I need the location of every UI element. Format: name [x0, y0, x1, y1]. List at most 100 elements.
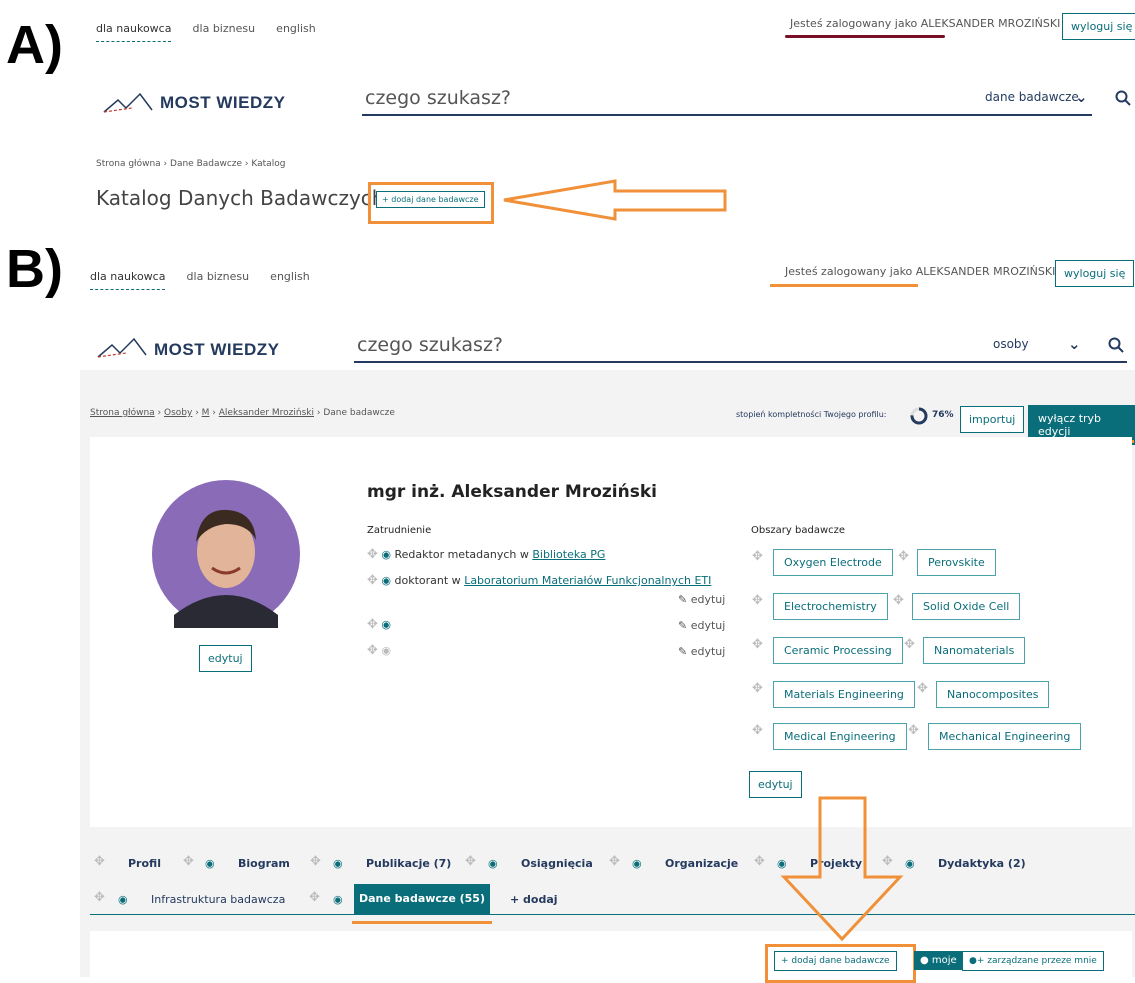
eye-icon[interactable]: ◉ — [118, 893, 128, 906]
research-tag[interactable]: Oxygen Electrode — [773, 549, 893, 576]
search-scope[interactable]: osoby — [993, 337, 1029, 351]
breadcrumb-item[interactable]: Strona główna — [96, 159, 161, 169]
tab-osiagniecia[interactable]: Osiągnięcia — [521, 857, 593, 870]
search-icon[interactable] — [1115, 90, 1131, 106]
research-tag[interactable]: Solid Oxide Cell — [912, 593, 1021, 620]
chevron-down-icon[interactable]: ⌄ — [1075, 88, 1088, 106]
tab-dane-badawcze[interactable]: Dane badawcze (55) — [354, 884, 490, 914]
tab-biogram[interactable]: Biogram — [238, 857, 290, 870]
search-icon[interactable] — [1108, 337, 1124, 353]
move-icon[interactable]: ✥ — [908, 723, 919, 738]
move-icon[interactable]: ✥ — [752, 723, 763, 738]
eye-icon[interactable]: ◉ — [333, 857, 343, 870]
login-status: Jesteś zalogowany jako ALEKSANDER MROZIŃ… — [790, 17, 1060, 30]
tab-divider — [90, 914, 1135, 915]
research-edit-button[interactable]: edytuj — [749, 771, 802, 798]
research-tag[interactable]: Materials Engineering — [773, 681, 915, 708]
move-icon[interactable]: ✥ — [752, 681, 763, 696]
nav-dla-biznesu[interactable]: dla biznesu — [187, 270, 250, 283]
eye-icon[interactable]: ◉ — [381, 574, 391, 587]
tab-dydaktyka[interactable]: Dydaktyka (2) — [938, 857, 1026, 870]
research-tag[interactable]: Perovskite — [917, 549, 996, 576]
import-button[interactable]: importuj — [960, 406, 1025, 433]
move-icon[interactable]: ✥ — [94, 890, 105, 905]
move-icon[interactable]: ✥ — [310, 854, 321, 869]
add-data-button[interactable]: + dodaj dane badawcze — [376, 191, 485, 208]
user-icon: ● — [920, 955, 929, 966]
search-input[interactable]: czego szukasz? — [357, 334, 503, 356]
search-input[interactable]: czego szukasz? — [365, 87, 511, 109]
breadcrumb-item[interactable]: Osoby — [164, 408, 192, 418]
tab-add[interactable]: + dodaj — [510, 893, 558, 906]
research-tag[interactable]: Medical Engineering — [773, 723, 907, 750]
move-icon[interactable]: ✥ — [752, 593, 763, 608]
eye-icon[interactable]: ◉ — [381, 618, 391, 631]
employment-org[interactable]: Biblioteka PG — [532, 548, 605, 561]
tab-publikacje[interactable]: Publikacje (7) — [366, 857, 451, 870]
move-icon[interactable]: ✥ — [367, 643, 378, 658]
breadcrumb-item[interactable]: Aleksander Mroziński — [219, 408, 314, 418]
logo-text[interactable]: MOST WIEDZY — [154, 340, 279, 360]
tab-organizacje[interactable]: Organizacje — [665, 857, 738, 870]
move-icon[interactable]: ✥ — [309, 890, 320, 905]
move-icon[interactable]: ✥ — [367, 617, 378, 632]
nav-dla-naukowca[interactable]: dla naukowca — [96, 22, 172, 42]
move-icon[interactable]: ✥ — [367, 547, 378, 562]
employment-item-empty: ✥ ◉ — [367, 643, 391, 658]
edit-link[interactable]: ✎ edytuj — [678, 593, 725, 606]
edit-link[interactable]: ✎ edytuj — [678, 619, 725, 632]
eye-icon[interactable]: ◉ — [381, 548, 391, 561]
research-tag[interactable]: Nanomaterials — [923, 637, 1026, 664]
eye-icon[interactable]: ◉ — [488, 857, 498, 870]
chevron-down-icon[interactable]: ⌄ — [1068, 335, 1081, 353]
move-icon[interactable]: ✥ — [904, 637, 915, 652]
move-icon[interactable]: ✥ — [752, 637, 763, 652]
employment-prefix: doktorant w — [394, 574, 465, 587]
logout-button[interactable]: wyloguj się — [1055, 260, 1135, 287]
nav-dla-biznesu[interactable]: dla biznesu — [193, 22, 256, 35]
employment-org[interactable]: Laboratorium Materiałów Funkcjonalnych E… — [464, 574, 711, 587]
move-icon[interactable]: ✥ — [94, 854, 105, 869]
mine-label: moje — [931, 955, 957, 966]
logo-icon — [103, 92, 153, 113]
research-tag[interactable]: Ceramic Processing — [773, 637, 903, 664]
eye-hidden-icon[interactable]: ◉ — [381, 644, 391, 657]
move-icon[interactable]: ✥ — [183, 854, 194, 869]
tab-infrastruktura[interactable]: Infrastruktura badawcza — [151, 893, 285, 906]
move-icon[interactable]: ✥ — [752, 549, 763, 564]
edit-link[interactable]: ✎ edytuj — [678, 645, 725, 658]
eye-icon[interactable]: ◉ — [205, 857, 215, 870]
mine-button[interactable]: ● moje — [914, 951, 963, 970]
search-underline — [362, 114, 1092, 116]
move-icon[interactable]: ✥ — [609, 854, 620, 869]
move-icon[interactable]: ✥ — [754, 854, 765, 869]
photo-edit-button[interactable]: edytuj — [199, 645, 252, 672]
research-tag[interactable]: Mechanical Engineering — [928, 723, 1082, 750]
add-data-button[interactable]: + dodaj dane badawcze — [774, 951, 897, 971]
move-icon[interactable]: ✥ — [898, 549, 909, 564]
eye-icon[interactable]: ◉ — [333, 893, 343, 906]
eye-icon[interactable]: ◉ — [905, 857, 915, 870]
logout-button[interactable]: wyloguj się — [1062, 13, 1135, 40]
nav-dla-naukowca[interactable]: dla naukowca — [90, 270, 166, 290]
edit-link-label: edytuj — [690, 593, 726, 606]
breadcrumb-item[interactable]: Dane Badawcze — [170, 159, 242, 169]
nav-english[interactable]: english — [276, 22, 316, 35]
research-tag[interactable]: Electrochemistry — [773, 593, 888, 620]
managed-by-me-button[interactable]: ●+ zarządzane przeze mnie — [962, 951, 1104, 971]
breadcrumb-item[interactable]: Strona główna — [90, 408, 155, 418]
move-icon[interactable]: ✥ — [893, 593, 904, 608]
move-icon[interactable]: ✥ — [465, 854, 476, 869]
search-underline — [354, 361, 1127, 363]
move-icon[interactable]: ✥ — [917, 681, 928, 696]
search-scope[interactable]: dane badawcze — [985, 90, 1079, 104]
breadcrumb-item[interactable]: M — [202, 408, 210, 418]
tab-profil[interactable]: Profil — [128, 857, 161, 870]
panel-a: dla naukowca dla biznesu english Jesteś … — [80, 8, 1135, 224]
logo-text[interactable]: MOST WIEDZY — [160, 93, 285, 113]
move-icon[interactable]: ✥ — [367, 573, 378, 588]
login-name: ALEKSANDER MROZIŃSKI — [920, 17, 1061, 30]
nav-english[interactable]: english — [270, 270, 310, 283]
research-tag[interactable]: Nanocomposites — [936, 681, 1050, 708]
eye-icon[interactable]: ◉ — [632, 857, 642, 870]
